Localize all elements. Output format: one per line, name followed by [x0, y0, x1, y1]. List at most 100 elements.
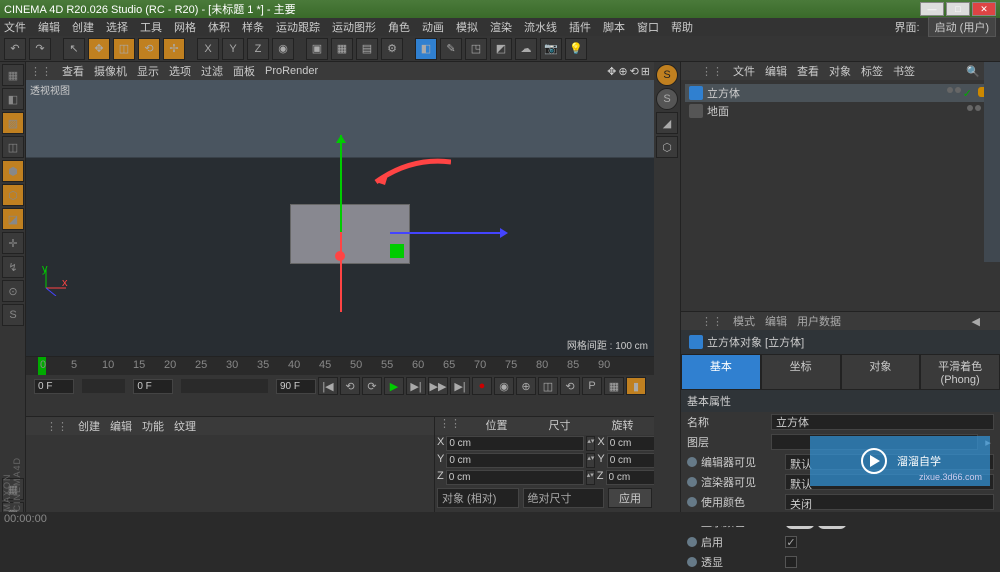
editor-vis-radio[interactable] — [687, 457, 697, 467]
minimize-button[interactable]: — — [920, 2, 944, 16]
coord-apply[interactable]: 应用 — [608, 488, 652, 508]
enable-check[interactable]: ✓ — [785, 536, 797, 548]
menu-tools[interactable]: 工具 — [140, 19, 162, 35]
cube-primitive[interactable]: ◧ — [415, 38, 437, 60]
key-pos[interactable]: ⊕ — [516, 377, 536, 395]
scale-tool[interactable]: ◫ — [113, 38, 135, 60]
vp-view[interactable]: 查看 — [62, 63, 84, 79]
menu-mesh[interactable]: 网格 — [174, 19, 196, 35]
pos-z[interactable] — [446, 470, 584, 485]
key-scale[interactable]: ◫ — [538, 377, 558, 395]
edge-mode[interactable]: ⬡ — [2, 184, 24, 206]
axis-x-gizmo[interactable] — [390, 232, 500, 234]
texture-mode[interactable]: ▨ — [2, 112, 24, 134]
last-tool[interactable]: ✢ — [163, 38, 185, 60]
menu-render[interactable]: 渲染 — [490, 19, 512, 35]
tweak-mode[interactable]: ↯ — [2, 256, 24, 278]
menu-simulate[interactable]: 模拟 — [456, 19, 478, 35]
menu-pipeline[interactable]: 流水线 — [524, 19, 557, 35]
vp-options[interactable]: 选项 — [169, 63, 191, 79]
vp-panel[interactable]: 面板 — [233, 63, 255, 79]
axis-mode[interactable]: ✛ — [2, 232, 24, 254]
goto-end[interactable]: ▶| — [450, 377, 470, 395]
enable-snap[interactable]: ⊙ — [2, 280, 24, 302]
attr-coord-tab[interactable]: 坐标 — [761, 354, 841, 390]
next-key[interactable]: ▶▶ — [428, 377, 448, 395]
menu-create[interactable]: 创建 — [72, 19, 94, 35]
xray-check[interactable] — [785, 556, 797, 568]
obj-tab-file[interactable]: 文件 — [733, 63, 755, 79]
mat-edit[interactable]: 编辑 — [110, 418, 132, 434]
render-view[interactable]: ▣ — [306, 38, 328, 60]
search-icon[interactable]: 🔍 — [966, 65, 980, 78]
attr-name-input[interactable] — [771, 414, 994, 430]
camera-tool[interactable]: 📷 — [540, 38, 562, 60]
mat-texture[interactable]: 纹理 — [174, 418, 196, 434]
render-region[interactable]: ▦ — [331, 38, 353, 60]
xray-radio[interactable] — [687, 557, 697, 567]
axis-plane-handle[interactable] — [390, 244, 404, 258]
use-color-select[interactable]: 关闭 — [785, 494, 994, 510]
select-tool[interactable]: ↖ — [63, 38, 85, 60]
maximize-button[interactable]: □ — [946, 2, 970, 16]
key-mode[interactable]: ▮ — [626, 377, 646, 395]
rotate-tool[interactable]: ⟲ — [138, 38, 160, 60]
undo-button[interactable]: ↶ — [4, 38, 26, 60]
menu-help[interactable]: 帮助 — [671, 19, 693, 35]
menu-volume[interactable]: 体积 — [208, 19, 230, 35]
menu-plugins[interactable]: 插件 — [569, 19, 591, 35]
tree-item-floor[interactable]: 地面 ✓ — [685, 102, 996, 120]
tree-item-cube[interactable]: 立方体 ✓ — [685, 84, 996, 102]
mat-function[interactable]: 功能 — [142, 418, 164, 434]
polygon-mode[interactable]: ◪ — [2, 208, 24, 230]
menu-script[interactable]: 脚本 — [603, 19, 625, 35]
menu-animate[interactable]: 动画 — [422, 19, 444, 35]
menu-mograph[interactable]: 运动图形 — [332, 19, 376, 35]
viewport[interactable]: 透视视图 网格间距 : 100 cm y x — [26, 80, 654, 356]
menu-window[interactable]: 窗口 — [637, 19, 659, 35]
attr-basic-tab[interactable]: 基本 — [681, 354, 761, 390]
workplane-mode[interactable]: ◫ — [2, 136, 24, 158]
key-pla[interactable]: ▦ — [604, 377, 624, 395]
obj-tab-edit[interactable]: 编辑 — [765, 63, 787, 79]
render-picture[interactable]: ▤ — [356, 38, 378, 60]
enable-radio[interactable] — [687, 537, 697, 547]
axis-z-toggle[interactable]: Z — [247, 38, 269, 60]
move-tool[interactable]: ✥ — [88, 38, 110, 60]
timeline-ruler[interactable]: 0 5 10 15 20 25 30 35 40 45 50 55 60 65 … — [26, 357, 654, 375]
content-browser-tab[interactable] — [984, 62, 1000, 262]
pos-x[interactable] — [446, 436, 584, 451]
record-button[interactable]: ● — [472, 377, 492, 395]
attr-tab-edit[interactable]: 编辑 — [765, 313, 787, 329]
rvp-tool4[interactable]: ⬡ — [656, 136, 678, 158]
pos-y[interactable] — [446, 453, 584, 468]
render-settings[interactable]: ⚙ — [381, 38, 403, 60]
attr-tab-mode[interactable]: 模式 — [733, 313, 755, 329]
prev-key[interactable]: ⟲ — [340, 377, 360, 395]
frame-start[interactable] — [34, 379, 74, 394]
menu-spline[interactable]: 样条 — [242, 19, 264, 35]
axis-y-toggle[interactable]: Y — [222, 38, 244, 60]
close-button[interactable]: ✕ — [972, 2, 996, 16]
use-color-radio[interactable] — [687, 497, 697, 507]
next-frame[interactable]: ▶| — [406, 377, 426, 395]
vp-rotate-icon[interactable]: ⟲ — [630, 65, 639, 78]
menu-edit[interactable]: 编辑 — [38, 19, 60, 35]
menu-file[interactable]: 文件 — [4, 19, 26, 35]
snap-settings[interactable]: S — [2, 304, 24, 326]
obj-tab-view[interactable]: 查看 — [797, 63, 819, 79]
mat-create[interactable]: 创建 — [78, 418, 100, 434]
deformer-tool[interactable]: ◩ — [490, 38, 512, 60]
environment-tool[interactable]: ☁ — [515, 38, 537, 60]
obj-tab-bookmarks[interactable]: 书签 — [893, 63, 915, 79]
axis-x-toggle[interactable]: X — [197, 38, 219, 60]
menu-track[interactable]: 运动跟踪 — [276, 19, 320, 35]
attr-phong-tab[interactable]: 平滑着色(Phong) — [920, 354, 1000, 390]
point-mode[interactable]: ⬢ — [2, 160, 24, 182]
axis-z-gizmo[interactable] — [340, 232, 342, 312]
frame-from[interactable] — [133, 379, 173, 394]
rvp-sphere1[interactable]: S — [656, 64, 678, 86]
key-rot[interactable]: ⟲ — [560, 377, 580, 395]
vp-filter[interactable]: 过滤 — [201, 63, 223, 79]
coord-system[interactable]: ◉ — [272, 38, 294, 60]
